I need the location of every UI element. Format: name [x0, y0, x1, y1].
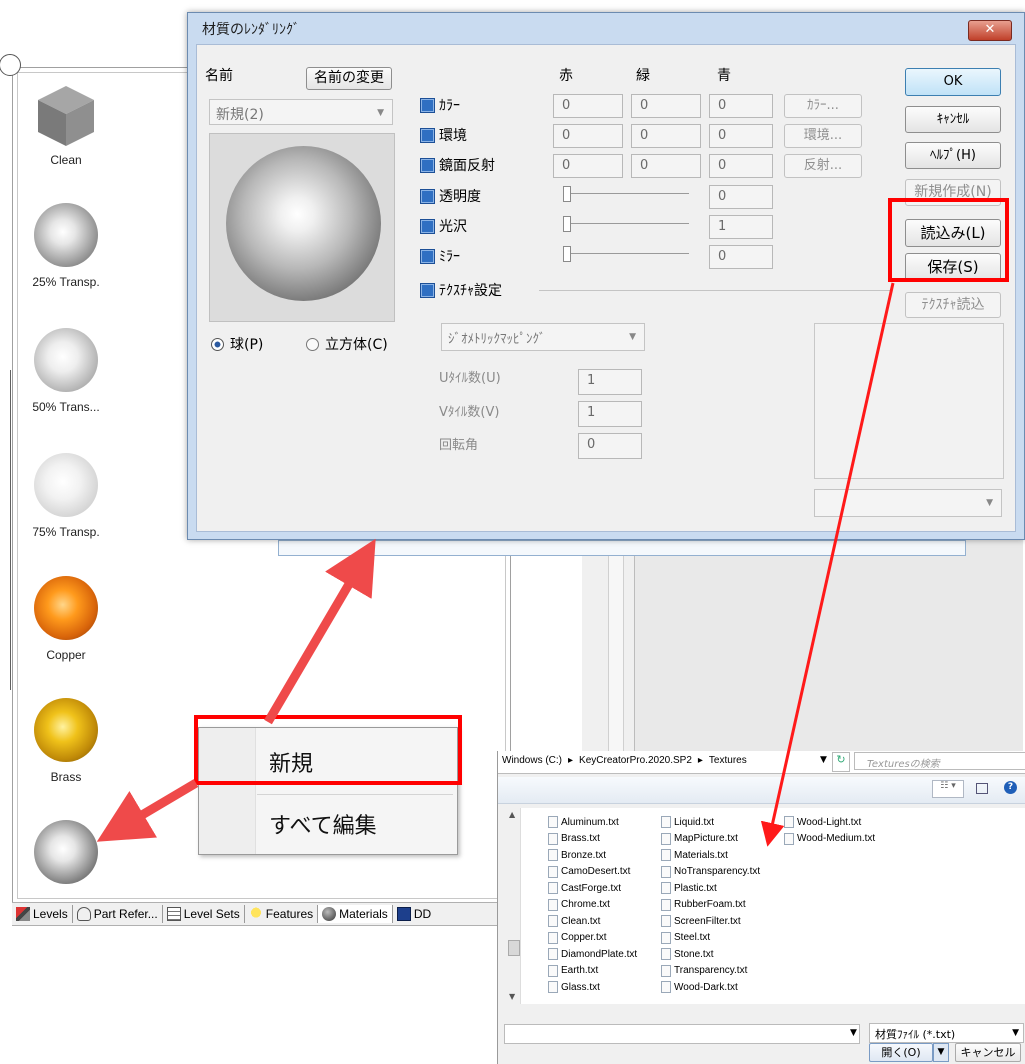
arrow-to-sphere	[96, 779, 199, 842]
arrow-to-dialog	[264, 538, 376, 725]
annotation-arrows	[96, 282, 895, 847]
arrow-to-files	[760, 282, 895, 847]
